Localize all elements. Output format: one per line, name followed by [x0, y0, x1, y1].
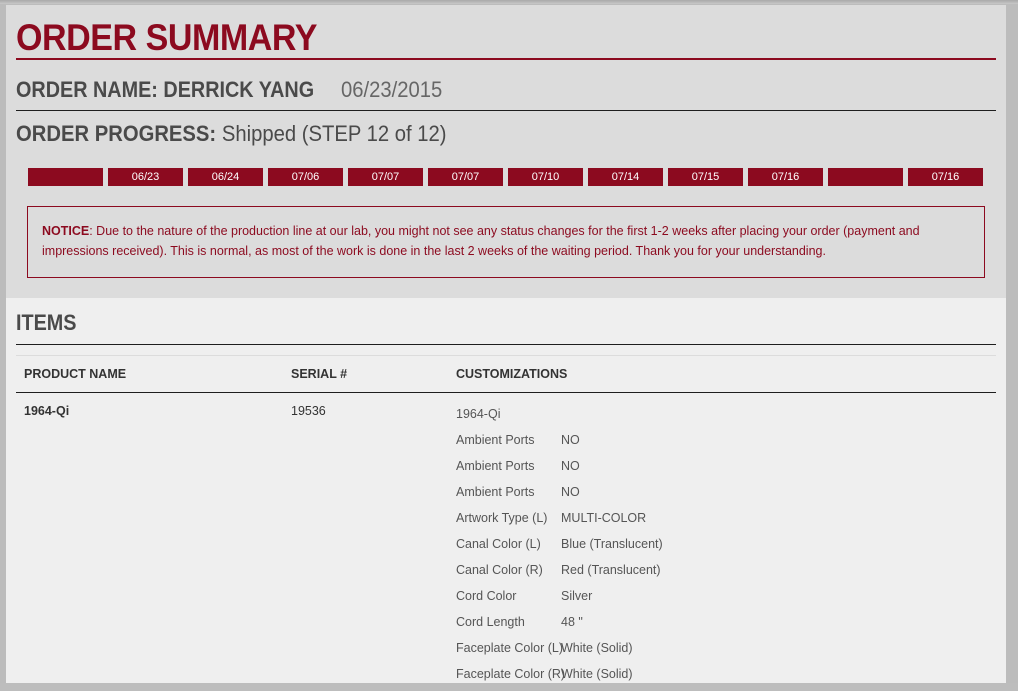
- column-header-customizations: CUSTOMIZATIONS: [456, 367, 568, 381]
- items-title: ITEMS: [16, 310, 77, 335]
- progress-step: 07/14: [588, 168, 663, 186]
- customization-key: Ambient Ports: [456, 459, 535, 473]
- progress-step: 07/10: [508, 168, 583, 186]
- customization-key: Artwork Type (L): [456, 511, 548, 525]
- customization-value: White (Solid): [561, 667, 633, 681]
- customization-item: Cord Color Silver: [456, 587, 856, 613]
- title-divider: [16, 58, 996, 60]
- customization-value: Blue (Translucent): [561, 537, 663, 551]
- order-name-label: ORDER NAME: DERRICK YANG: [16, 77, 315, 102]
- customization-item: Cord Length 48 ": [456, 613, 856, 639]
- progress-step: 07/06: [268, 168, 343, 186]
- customization-value: Red (Translucent): [561, 563, 661, 577]
- customization-value: NO: [561, 485, 580, 499]
- progress-step: 07/16: [908, 168, 983, 186]
- customization-key: Faceplate Color (L): [456, 641, 563, 655]
- customization-key: Cord Length: [456, 615, 525, 629]
- page-title: ORDER SUMMARY: [16, 17, 318, 58]
- progress-step: 07/07: [428, 168, 503, 186]
- customization-value: 48 ": [561, 615, 583, 629]
- page-frame: ORDER SUMMARY ORDER NAME: DERRICK YANG 0…: [0, 0, 1018, 683]
- progress-step: 07/15: [668, 168, 743, 186]
- customization-value: NO: [561, 459, 580, 473]
- progress-step: [28, 168, 103, 186]
- customization-value: White (Solid): [561, 641, 633, 655]
- customization-key: Faceplate Color (R): [456, 667, 566, 681]
- progress-step: 06/23: [108, 168, 183, 186]
- column-header-product-name: PRODUCT NAME: [24, 367, 127, 381]
- order-date: 06/23/2015: [341, 77, 443, 102]
- order-progress: ORDER PROGRESS: Shipped (STEP 12 of 12): [16, 121, 446, 147]
- order-summary-panel: ORDER SUMMARY ORDER NAME: DERRICK YANG 0…: [6, 5, 1006, 298]
- customization-value: NO: [561, 433, 580, 447]
- customization-item: Faceplate Color (R) White (Solid): [456, 665, 856, 691]
- notice-label: NOTICE: [42, 224, 90, 238]
- customization-key: Canal Color (L): [456, 537, 541, 551]
- notice-box: NOTICE: Due to the nature of the product…: [27, 206, 985, 278]
- customization-item: Artwork Type (L) MULTI-COLOR: [456, 509, 856, 535]
- customization-product: 1964-Qi: [456, 407, 501, 421]
- items-divider: [16, 344, 996, 345]
- customization-item: Faceplate Color (L) White (Solid): [456, 639, 856, 665]
- customization-item: Canal Color (R) Red (Translucent): [456, 561, 856, 587]
- progress-step: 06/24: [188, 168, 263, 186]
- customization-item: Ambient Ports NO: [456, 483, 856, 509]
- customizations-list: 1964-Qi Ambient Ports NO Ambient Ports N…: [456, 405, 856, 691]
- customization-header: 1964-Qi: [456, 405, 856, 431]
- customization-key: Ambient Ports: [456, 485, 535, 499]
- progress-step: 07/16: [748, 168, 823, 186]
- order-progress-status: Shipped (STEP 12 of 12): [221, 121, 447, 146]
- table-top-border: [16, 355, 996, 356]
- column-header-serial: SERIAL #: [291, 367, 348, 381]
- customization-key: Canal Color (R): [456, 563, 543, 577]
- customization-item: Canal Color (L) Blue (Translucent): [456, 535, 856, 561]
- serial-cell: 19536: [291, 404, 326, 418]
- progress-step: [828, 168, 903, 186]
- progress-step: 07/07: [348, 168, 423, 186]
- customization-key: Ambient Ports: [456, 433, 535, 447]
- customization-key: Cord Color: [456, 589, 517, 603]
- order-name-row: ORDER NAME: DERRICK YANG 06/23/2015: [16, 75, 996, 111]
- items-panel: ITEMS PRODUCT NAME SERIAL # CUSTOMIZATIO…: [6, 298, 1006, 683]
- progress-steps: 06/23 06/24 07/06 07/07 07/07 07/10 07/1…: [28, 168, 988, 186]
- product-name-cell: 1964-Qi: [24, 404, 70, 418]
- customization-item: Ambient Ports NO: [456, 431, 856, 457]
- notice-text: : Due to the nature of the production li…: [42, 224, 920, 258]
- order-progress-label: ORDER PROGRESS:: [16, 121, 217, 146]
- customization-value: Silver: [561, 589, 593, 603]
- customization-item: Ambient Ports NO: [456, 457, 856, 483]
- customization-value: MULTI-COLOR: [561, 511, 647, 525]
- table-header-divider: [16, 392, 996, 393]
